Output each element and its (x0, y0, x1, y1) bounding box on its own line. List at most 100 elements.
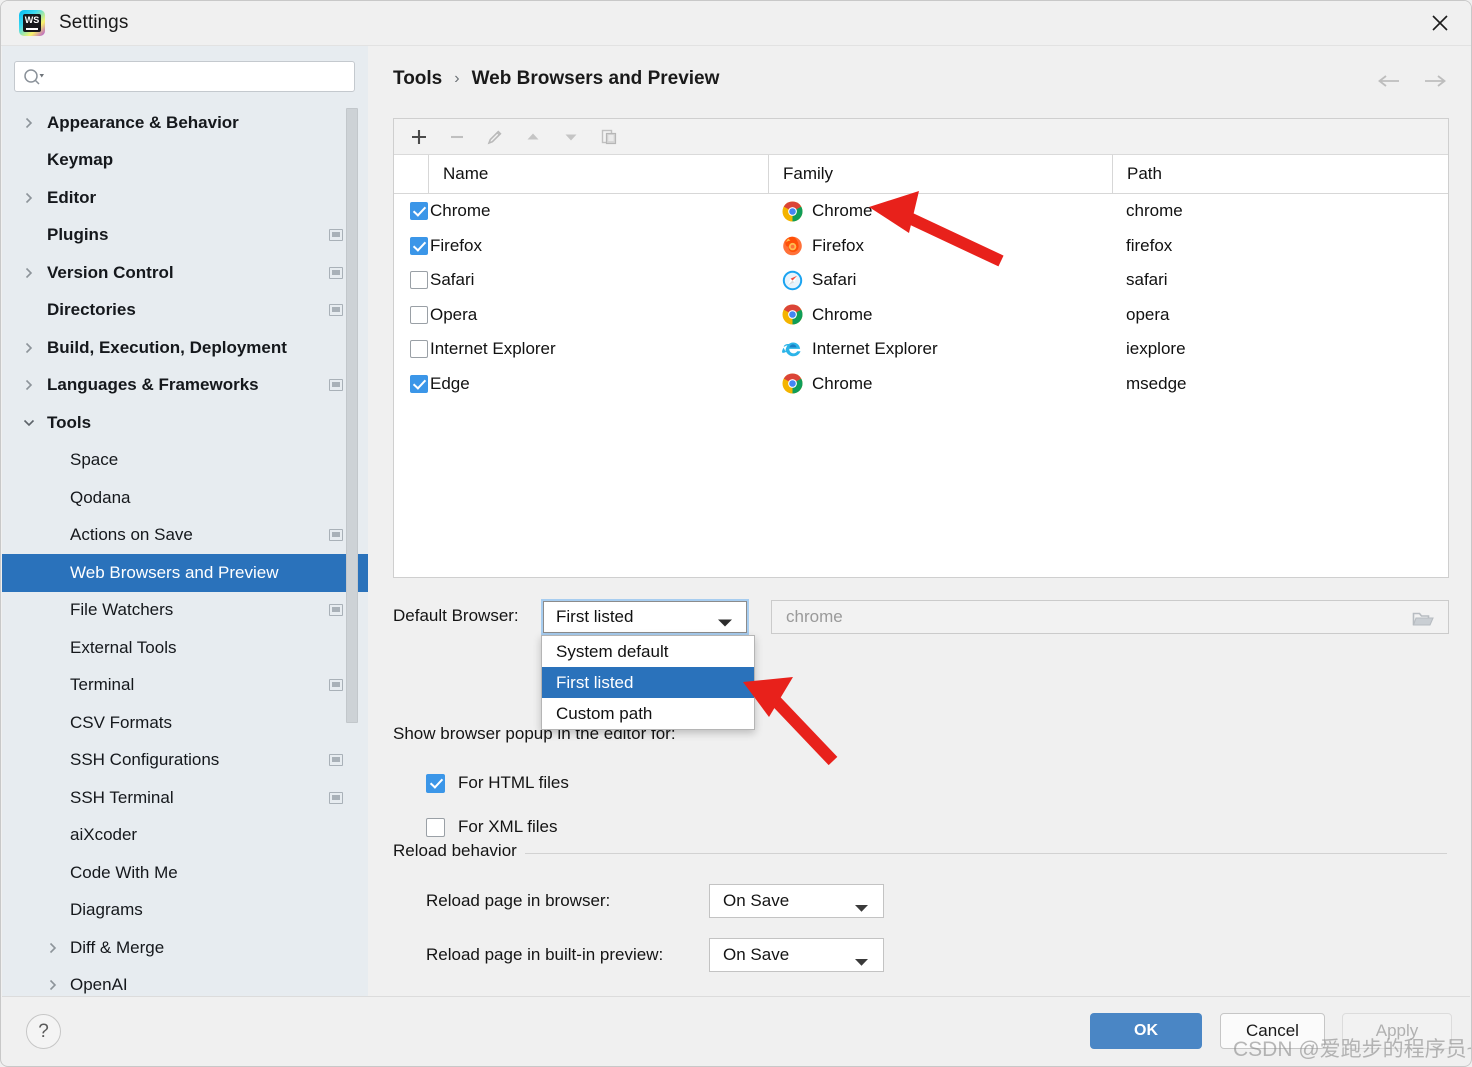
default-browser-select[interactable]: First listed (541, 599, 749, 635)
column-header-family[interactable]: Family (768, 155, 1112, 193)
chevron-right-icon[interactable] (22, 191, 36, 205)
sidebar-item-label: Plugins (47, 225, 109, 245)
breadcrumb: Tools › Web Browsers and Preview (393, 68, 719, 90)
sidebar-item-ssh-configurations[interactable]: SSH Configurations (2, 742, 368, 780)
sidebar-item-ssh-terminal[interactable]: SSH Terminal (2, 779, 368, 817)
copy-icon[interactable] (592, 122, 626, 152)
sidebar-item-editor[interactable]: Editor (2, 179, 368, 217)
sidebar-item-qodana[interactable]: Qodana (2, 479, 368, 517)
table-row[interactable]: Opera Chrome opera (394, 298, 1448, 333)
chevron-right-icon[interactable] (22, 266, 36, 280)
sidebar-scrollbar-thumb[interactable] (346, 108, 358, 723)
checkbox-for-xml-files[interactable] (426, 817, 445, 837)
sidebar-item-diff-merge[interactable]: Diff & Merge (2, 929, 368, 967)
project-scope-icon (329, 679, 343, 692)
window-title: Settings (59, 12, 129, 33)
table-row[interactable]: Chrome Chrome chrome (394, 194, 1448, 229)
chevron-down-icon[interactable] (22, 416, 36, 430)
reload-in-browser-select[interactable]: On Save (709, 884, 884, 918)
browser-path: iexplore (1126, 339, 1186, 359)
project-scope-icon (329, 379, 343, 392)
chevron-right-icon[interactable] (22, 116, 36, 130)
checkbox-label-html: For HTML files (458, 773, 569, 792)
chevron-right-icon[interactable] (22, 378, 36, 392)
ok-button[interactable]: OK (1090, 1013, 1202, 1049)
dropdown-option-custom-path[interactable]: Custom path (542, 698, 754, 729)
project-scope-icon (329, 304, 343, 317)
sidebar-item-keymap[interactable]: Keymap (2, 142, 368, 180)
row-checkbox[interactable] (410, 305, 428, 324)
table-row[interactable]: Safari Safari safari (394, 263, 1448, 298)
chrome-icon (782, 373, 803, 394)
arrow-up-icon[interactable] (516, 122, 550, 152)
close-icon[interactable] (1409, 1, 1471, 45)
row-checkbox[interactable] (410, 340, 428, 359)
breadcrumb-parent[interactable]: Tools (393, 68, 442, 90)
column-header-path[interactable]: Path (1112, 155, 1448, 193)
safari-icon (782, 270, 803, 291)
sidebar-item-label: Editor (47, 187, 97, 207)
table-row[interactable]: Firefox Firefox firefox (394, 229, 1448, 264)
sidebar-item-external-tools[interactable]: External Tools (2, 629, 368, 667)
sidebar-item-languages-frameworks[interactable]: Languages & Frameworks (2, 367, 368, 405)
sidebar-item-openai[interactable]: OpenAI (2, 967, 368, 999)
sidebar-item-web-browsers-and-preview[interactable]: Web Browsers and Preview (2, 554, 368, 592)
browser-family: Safari (812, 270, 857, 290)
sidebar-item-code-with-me[interactable]: Code With Me (2, 854, 368, 892)
sidebar-item-file-watchers[interactable]: File Watchers (2, 592, 368, 630)
arrow-left-icon[interactable] (1376, 68, 1402, 94)
column-header-name[interactable]: Name (428, 155, 768, 193)
search-input[interactable] (49, 62, 353, 93)
dropdown-option-system-default[interactable]: System default (542, 636, 754, 667)
default-browser-dropdown[interactable]: System default First listed Custom path (541, 635, 755, 730)
browser-path: chrome (1126, 201, 1183, 221)
pencil-icon[interactable] (478, 122, 512, 152)
sidebar-item-tools[interactable]: Tools (2, 404, 368, 442)
sidebar-item-label: Build, Execution, Deployment (47, 337, 287, 357)
browsers-table-body: Chrome Chrome chrome Firefox Firefox firefox S… (394, 194, 1448, 401)
row-checkbox[interactable] (410, 271, 428, 290)
sidebar-scrollbar[interactable] (346, 46, 358, 998)
sidebar-item-space[interactable]: Space (2, 442, 368, 480)
sidebar-item-label: Qodana (70, 487, 131, 507)
sidebar-item-plugins[interactable]: Plugins (2, 217, 368, 255)
question-mark-icon[interactable]: ? (26, 1014, 61, 1049)
sidebar-item-aixcoder[interactable]: aiXcoder (2, 817, 368, 855)
checkbox-row-xml[interactable]: For XML files (426, 817, 558, 837)
remove-button[interactable] (440, 122, 474, 152)
table-row[interactable]: Internet Explorer Internet Explorer iexplo… (394, 332, 1448, 367)
arrow-right-icon[interactable] (1422, 68, 1448, 94)
arrow-down-icon[interactable] (554, 122, 588, 152)
table-row[interactable]: Edge Chrome msedge (394, 367, 1448, 402)
reload-in-preview-select[interactable]: On Save (709, 938, 884, 972)
section-divider (525, 853, 1447, 854)
sidebar-item-version-control[interactable]: Version Control (2, 254, 368, 292)
project-scope-icon (329, 529, 343, 542)
browsers-table-toolbar (394, 119, 1448, 155)
search-box[interactable] (14, 61, 355, 93)
sidebar-item-actions-on-save[interactable]: Actions on Save (2, 517, 368, 555)
row-checkbox[interactable] (410, 374, 428, 393)
sidebar-item-terminal[interactable]: Terminal (2, 667, 368, 705)
sidebar-item-directories[interactable]: Directories (2, 292, 368, 330)
browser-family: Chrome (812, 201, 873, 221)
row-checkbox[interactable] (410, 236, 428, 255)
project-scope-icon (329, 791, 343, 804)
sidebar-item-csv-formats[interactable]: CSV Formats (2, 704, 368, 742)
chevron-right-icon[interactable] (22, 341, 36, 355)
sidebar-item-label: Version Control (47, 262, 174, 282)
browser-path: firefox (1126, 235, 1173, 255)
chevron-down-icon (717, 615, 733, 633)
sidebar-item-build-execution-deployment[interactable]: Build, Execution, Deployment (2, 329, 368, 367)
checkbox-row-html[interactable]: For HTML files (426, 773, 569, 793)
sidebar-item-diagrams[interactable]: Diagrams (2, 892, 368, 930)
checkbox-for-html-files[interactable] (426, 773, 445, 793)
folder-open-icon[interactable] (1412, 610, 1434, 633)
chevron-right-icon[interactable] (46, 941, 60, 955)
row-checkbox[interactable] (410, 202, 428, 221)
add-button[interactable] (402, 122, 436, 152)
dropdown-option-first-listed[interactable]: First listed (542, 667, 754, 698)
custom-path-field[interactable]: chrome (771, 600, 1449, 634)
sidebar-item-appearance-behavior[interactable]: Appearance & Behavior (2, 104, 368, 142)
chevron-right-icon[interactable] (46, 978, 60, 992)
